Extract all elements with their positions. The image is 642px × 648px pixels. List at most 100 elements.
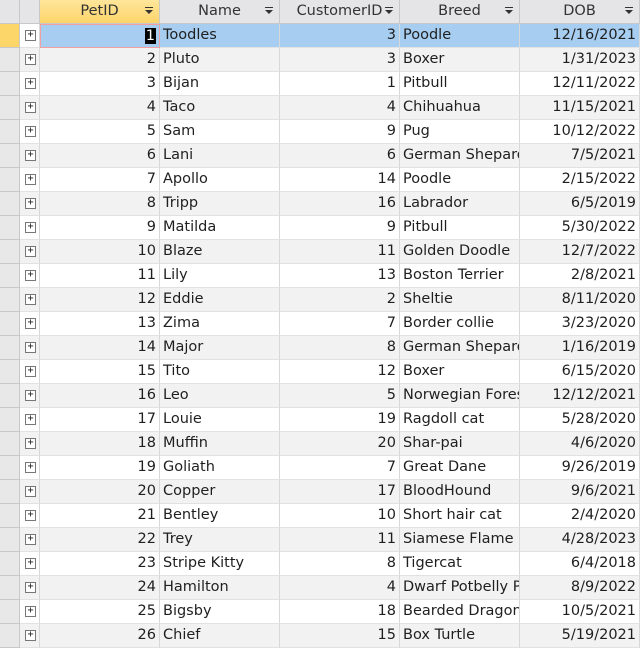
cell-breed[interactable]: German Shepard [400, 336, 520, 360]
cell-name[interactable]: Lani [160, 144, 280, 168]
cell-customerid[interactable]: 13 [280, 264, 400, 288]
cell-name[interactable]: Tito [160, 360, 280, 384]
cell-name[interactable]: Sam [160, 120, 280, 144]
cell-customerid[interactable]: 11 [280, 240, 400, 264]
cell-customerid[interactable]: 3 [280, 48, 400, 72]
expand-subdatasheet-button[interactable]: + [20, 72, 40, 96]
dropdown-arrow-icon[interactable] [625, 7, 633, 14]
cell-breed[interactable]: Ragdoll cat [400, 408, 520, 432]
cell-dob[interactable]: 4/6/2020 [520, 432, 640, 456]
record-selector[interactable] [0, 96, 20, 120]
plus-icon[interactable]: + [25, 30, 36, 41]
cell-breed[interactable]: Boston Terrier [400, 264, 520, 288]
cell-name[interactable]: Louie [160, 408, 280, 432]
record-selector[interactable] [0, 264, 20, 288]
table-row[interactable]: +8 Tripp 16 Labrador 6/5/2019 [0, 192, 640, 216]
column-header-dob[interactable]: DOB [520, 0, 640, 24]
cell-breed[interactable]: Boxer [400, 48, 520, 72]
table-row[interactable]: +24 Hamilton 4 Dwarf Potbelly Pig 8/9/2022 [0, 576, 640, 600]
record-selector[interactable] [0, 216, 20, 240]
plus-icon[interactable]: + [25, 462, 36, 473]
cell-petid[interactable]: 25 [40, 600, 160, 624]
cell-customerid[interactable]: 9 [280, 120, 400, 144]
expand-subdatasheet-button[interactable]: + [20, 600, 40, 624]
cell-name[interactable]: Muffin [160, 432, 280, 456]
cell-dob[interactable]: 5/30/2022 [520, 216, 640, 240]
plus-icon[interactable]: + [25, 102, 36, 113]
cell-petid[interactable]: 19 [40, 456, 160, 480]
cell-breed[interactable]: Siamese Flame Point [400, 528, 520, 552]
cell-petid[interactable]: 12 [40, 288, 160, 312]
cell-breed[interactable]: Box Turtle [400, 624, 520, 648]
cell-petid[interactable]: 20 [40, 480, 160, 504]
cell-dob[interactable]: 7/5/2021 [520, 144, 640, 168]
cell-dob[interactable]: 4/28/2023 [520, 528, 640, 552]
cell-petid[interactable]: 23 [40, 552, 160, 576]
cell-petid[interactable]: 24 [40, 576, 160, 600]
table-row[interactable]: +23 Stripe Kitty 8 Tigercat 6/4/2018 [0, 552, 640, 576]
cell-name[interactable]: Matilda [160, 216, 280, 240]
cell-dob[interactable]: 1/31/2023 [520, 48, 640, 72]
cell-dob[interactable]: 5/19/2021 [520, 624, 640, 648]
cell-name[interactable]: Tripp [160, 192, 280, 216]
plus-icon[interactable]: + [25, 606, 36, 617]
cell-customerid[interactable]: 17 [280, 480, 400, 504]
cell-name[interactable]: Bigsby [160, 600, 280, 624]
cell-breed[interactable]: Great Dane [400, 456, 520, 480]
cell-petid[interactable]: 11 [40, 264, 160, 288]
record-selector[interactable] [0, 432, 20, 456]
cell-petid[interactable]: 8 [40, 192, 160, 216]
cell-customerid[interactable]: 18 [280, 600, 400, 624]
cell-customerid[interactable]: 19 [280, 408, 400, 432]
table-row[interactable]: +10 Blaze 11 Golden Doodle 12/7/2022 [0, 240, 640, 264]
cell-name[interactable]: Hamilton [160, 576, 280, 600]
record-selector[interactable] [0, 576, 20, 600]
cell-dob[interactable]: 10/5/2021 [520, 600, 640, 624]
cell-dob[interactable]: 9/6/2021 [520, 480, 640, 504]
plus-icon[interactable]: + [25, 390, 36, 401]
table-row[interactable]: +13 Zima 7 Border collie 3/23/2020 [0, 312, 640, 336]
cell-name[interactable]: Apollo [160, 168, 280, 192]
cell-name[interactable]: Toodles [160, 24, 280, 48]
column-header-petid[interactable]: PetID [40, 0, 160, 24]
table-row[interactable]: +22 Trey 11 Siamese Flame Point 4/28/2023 [0, 528, 640, 552]
record-selector[interactable] [0, 168, 20, 192]
cell-customerid[interactable]: 7 [280, 312, 400, 336]
cell-petid[interactable]: 18 [40, 432, 160, 456]
plus-icon[interactable]: + [25, 246, 36, 257]
expand-subdatasheet-button[interactable]: + [20, 24, 40, 48]
record-selector[interactable] [0, 360, 20, 384]
plus-icon[interactable]: + [25, 222, 36, 233]
cell-customerid[interactable]: 9 [280, 216, 400, 240]
plus-icon[interactable]: + [25, 318, 36, 329]
cell-customerid[interactable]: 7 [280, 456, 400, 480]
cell-breed[interactable]: Short hair cat [400, 504, 520, 528]
record-selector[interactable] [0, 600, 20, 624]
plus-icon[interactable]: + [25, 342, 36, 353]
cell-customerid[interactable]: 10 [280, 504, 400, 528]
expand-subdatasheet-button[interactable]: + [20, 456, 40, 480]
cell-name[interactable]: Goliath [160, 456, 280, 480]
dropdown-arrow-icon[interactable] [385, 7, 393, 14]
record-selector[interactable] [0, 624, 20, 648]
cell-name[interactable]: Pluto [160, 48, 280, 72]
expand-subdatasheet-button[interactable]: + [20, 528, 40, 552]
table-row[interactable]: +2 Pluto 3 Boxer 1/31/2023 [0, 48, 640, 72]
cell-customerid[interactable]: 6 [280, 144, 400, 168]
cell-customerid[interactable]: 11 [280, 528, 400, 552]
plus-icon[interactable]: + [25, 270, 36, 281]
cell-breed[interactable]: Shar-pai [400, 432, 520, 456]
cell-breed[interactable]: Dwarf Potbelly Pig [400, 576, 520, 600]
cell-dob[interactable]: 6/4/2018 [520, 552, 640, 576]
cell-petid[interactable]: 6 [40, 144, 160, 168]
cell-breed[interactable]: Sheltie [400, 288, 520, 312]
table-row[interactable]: +5 Sam 9 Pug 10/12/2022 [0, 120, 640, 144]
cell-breed[interactable]: Poodle [400, 168, 520, 192]
cell-customerid[interactable]: 12 [280, 360, 400, 384]
cell-customerid[interactable]: 14 [280, 168, 400, 192]
cell-dob[interactable]: 3/23/2020 [520, 312, 640, 336]
cell-petid[interactable]: 4 [40, 96, 160, 120]
cell-breed[interactable]: Labrador [400, 192, 520, 216]
cell-breed[interactable]: German Shepard [400, 144, 520, 168]
cell-petid[interactable]: 10 [40, 240, 160, 264]
